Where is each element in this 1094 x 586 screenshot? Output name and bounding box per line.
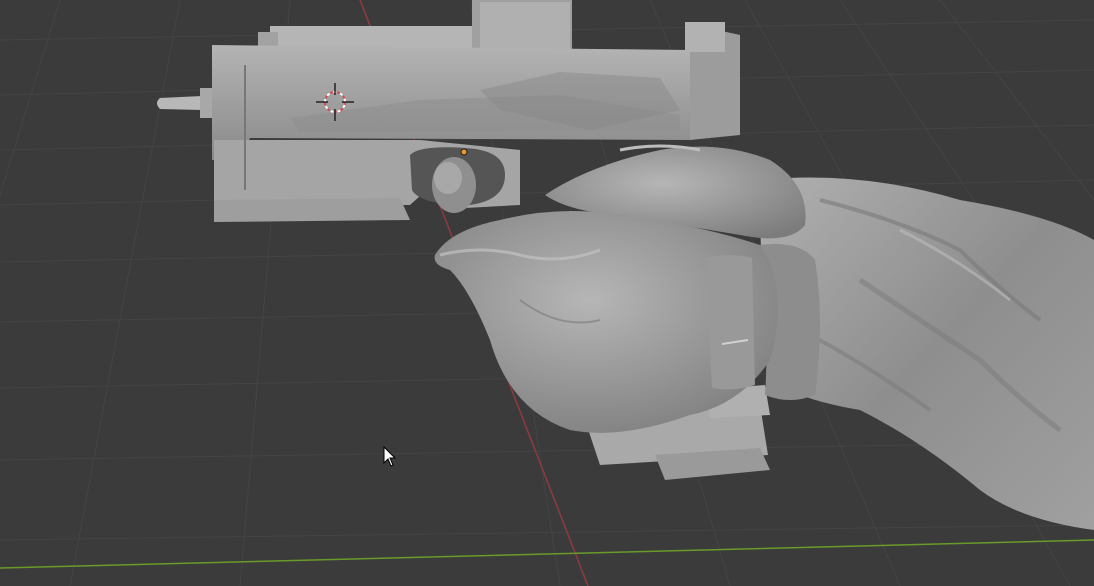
sleeve-mesh[interactable] bbox=[760, 177, 1094, 531]
viewport-canvas[interactable] bbox=[0, 0, 1094, 586]
origin-point[interactable] bbox=[460, 148, 468, 156]
gloved-hand-mesh[interactable] bbox=[434, 211, 778, 433]
y-axis-line bbox=[0, 539, 1094, 569]
3d-viewport[interactable] bbox=[0, 0, 1094, 586]
